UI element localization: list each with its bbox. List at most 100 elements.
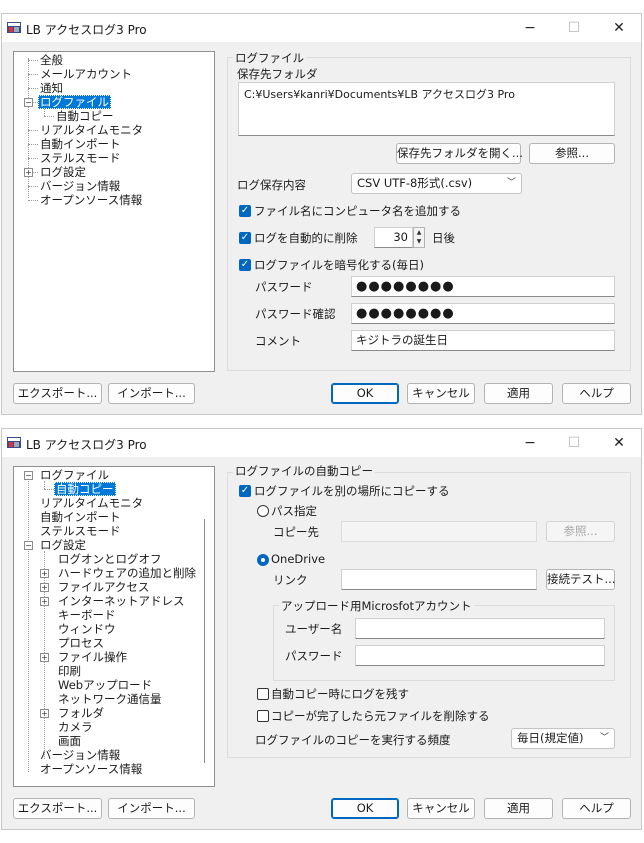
tree-item-realtime-monitor[interactable]: リアルタイムモニタ <box>40 496 143 510</box>
tree-item-camera[interactable]: カメラ <box>58 720 93 734</box>
tree-item-file-access[interactable]: ファイルアクセス <box>58 580 149 594</box>
tree-item-auto-copy[interactable]: 自動コピー <box>54 482 116 496</box>
days-unit: 日後 <box>432 231 455 245</box>
link-label: リンク <box>273 573 308 587</box>
tree-item-keyboard[interactable]: キーボード <box>58 608 116 622</box>
tree-item-internet-address[interactable]: インターネットアドレス <box>58 594 185 608</box>
group-title: ログファイル <box>233 50 306 66</box>
tree-item-auto-import[interactable]: 自動インポート <box>40 510 121 524</box>
radio-path[interactable] <box>257 505 269 517</box>
checkbox-delete-original[interactable] <box>257 710 269 722</box>
expand-icon[interactable]: + <box>40 583 49 592</box>
password-label: パスワード <box>255 280 313 294</box>
import-button[interactable]: インポート... <box>108 798 195 819</box>
group-title: ログファイルの自動コピー <box>233 463 375 479</box>
tree-item-stealth-mode[interactable]: ステルスモード <box>40 151 121 165</box>
expand-icon[interactable]: + <box>40 653 49 662</box>
tree-item-stealth-mode[interactable]: ステルスモード <box>40 524 121 538</box>
tree-item-logfile[interactable]: ログファイル <box>40 468 109 482</box>
radio-onedrive-label: OneDrive <box>271 552 326 566</box>
expand-icon[interactable]: + <box>40 569 49 578</box>
checkbox-copy[interactable]: ✓ <box>239 485 251 497</box>
tree-item-auto-copy[interactable]: 自動コピー <box>56 109 114 123</box>
export-button[interactable]: エクスポート... <box>13 798 102 819</box>
tree-item-mail-account[interactable]: メールアカウント <box>40 67 132 81</box>
content-select[interactable]: CSV UTF-8形式(.csv) ﹀ <box>351 173 522 194</box>
checkbox-delete-original-label: コピーが完了したら元ファイルを削除する <box>271 709 490 723</box>
settings-tree[interactable]: − − + + + + + ログファイル 自動コピー リアルタイムモニタ 自動イ… <box>13 466 215 787</box>
frequency-select[interactable]: 毎日(規定値) ﹀ <box>511 728 615 749</box>
help-button[interactable]: ヘルプ <box>562 798 631 819</box>
open-folder-button[interactable]: 保存先フォルダを開く... <box>396 143 523 164</box>
collapse-icon[interactable]: − <box>24 541 33 550</box>
frequency-value: 毎日(規定値) <box>517 731 584 745</box>
password-field[interactable]: ●●●●●●●● <box>351 276 615 297</box>
connection-test-button[interactable]: 接続テスト... <box>546 569 615 590</box>
checkbox-encrypt-label: ログファイルを暗号化する(毎日) <box>254 258 424 272</box>
radio-onedrive[interactable] <box>257 554 269 566</box>
export-button[interactable]: エクスポート... <box>13 383 102 404</box>
tree-item-screen[interactable]: 画面 <box>58 734 81 748</box>
tree-scrollbar[interactable] <box>204 519 205 763</box>
tree-item-print[interactable]: 印刷 <box>58 664 81 678</box>
days-input[interactable]: 30 <box>374 227 413 248</box>
password-confirm-field[interactable]: ●●●●●●●● <box>351 303 615 324</box>
checkbox-keep-log[interactable] <box>257 688 269 700</box>
help-button[interactable]: ヘルプ <box>562 383 631 404</box>
tree-item-logfile[interactable]: ログファイル <box>38 95 111 109</box>
ok-button[interactable]: OK <box>331 798 399 819</box>
expand-icon[interactable]: + <box>24 168 33 177</box>
tree-item-window[interactable]: ウィンドウ <box>58 622 116 636</box>
content-select-value: CSV UTF-8形式(.csv) <box>357 176 473 190</box>
frequency-label: ログファイルのコピーを実行する頻度 <box>255 733 451 747</box>
tree-item-realtime-monitor[interactable]: リアルタイムモニタ <box>40 123 143 137</box>
expand-icon[interactable]: + <box>40 709 49 718</box>
expand-icon[interactable]: + <box>40 597 49 606</box>
apply-button[interactable]: 適用 <box>484 383 553 404</box>
tree-item-logon-logoff[interactable]: ログオンとログオフ <box>58 552 162 566</box>
checkbox-computer-name[interactable]: ✓ <box>239 205 251 217</box>
cancel-button[interactable]: キャンセル <box>407 798 475 819</box>
close-button[interactable]: ✕ <box>602 432 636 454</box>
tree-item-log-settings[interactable]: ログ設定 <box>40 165 86 179</box>
checkbox-keep-log-label: 自動コピー時にログを残す <box>271 687 409 701</box>
comment-field[interactable]: キジトラの誕生日 <box>351 330 615 351</box>
dest-label: コピー先 <box>273 525 319 539</box>
days-stepper[interactable]: ▲ ▼ <box>413 227 425 248</box>
tree-item-hardware[interactable]: ハードウェアの追加と削除 <box>58 566 196 580</box>
tree-item-general[interactable]: 全般 <box>40 53 63 67</box>
dest-field <box>341 521 537 542</box>
tree-item-open-source[interactable]: オープンソース情報 <box>40 762 142 776</box>
tree-item-process[interactable]: プロセス <box>58 636 104 650</box>
password-field[interactable] <box>355 645 605 666</box>
import-button[interactable]: インポート... <box>108 383 195 404</box>
link-field[interactable] <box>341 569 537 590</box>
checkbox-encrypt[interactable]: ✓ <box>239 259 251 271</box>
cancel-button[interactable]: キャンセル <box>407 383 475 404</box>
minimize-button[interactable]: − <box>513 17 547 39</box>
tree-item-auto-import[interactable]: 自動インポート <box>40 137 121 151</box>
tree-item-web-upload[interactable]: Webアップロード <box>58 678 152 692</box>
tree-item-network-traffic[interactable]: ネットワーク通信量 <box>58 692 162 706</box>
settings-tree[interactable]: − + 全般 メールアカウント 通知 ログファイル 自動コピー リアルタイムモニ… <box>13 51 215 372</box>
chevron-down-icon: ﹀ <box>506 178 516 188</box>
tree-item-open-source[interactable]: オープンソース情報 <box>40 193 142 207</box>
maximize-button: ☐ <box>567 20 581 36</box>
browse-button[interactable]: 参照... <box>529 143 615 164</box>
tree-item-notification[interactable]: 通知 <box>40 81 63 95</box>
close-button[interactable]: ✕ <box>602 17 636 39</box>
minimize-button[interactable]: − <box>513 432 547 454</box>
tree-item-version-info[interactable]: バージョン情報 <box>40 748 120 762</box>
checkbox-auto-delete-label: ログを自動的に削除 <box>254 231 358 245</box>
tree-item-version-info[interactable]: バージョン情報 <box>40 179 120 193</box>
tree-item-folder[interactable]: フォルダ <box>58 706 104 720</box>
username-field[interactable] <box>355 618 605 639</box>
tree-item-file-operation[interactable]: ファイル操作 <box>58 650 127 664</box>
collapse-icon[interactable]: − <box>24 98 33 107</box>
apply-button[interactable]: 適用 <box>484 798 553 819</box>
collapse-icon[interactable]: − <box>24 471 33 480</box>
ok-button[interactable]: OK <box>331 383 399 404</box>
tree-item-log-settings[interactable]: ログ設定 <box>40 538 86 552</box>
checkbox-auto-delete[interactable]: ✓ <box>239 232 251 244</box>
folder-path-field[interactable]: C:¥Users¥kanri¥Documents¥LB アクセスログ3 Pro <box>238 82 615 136</box>
